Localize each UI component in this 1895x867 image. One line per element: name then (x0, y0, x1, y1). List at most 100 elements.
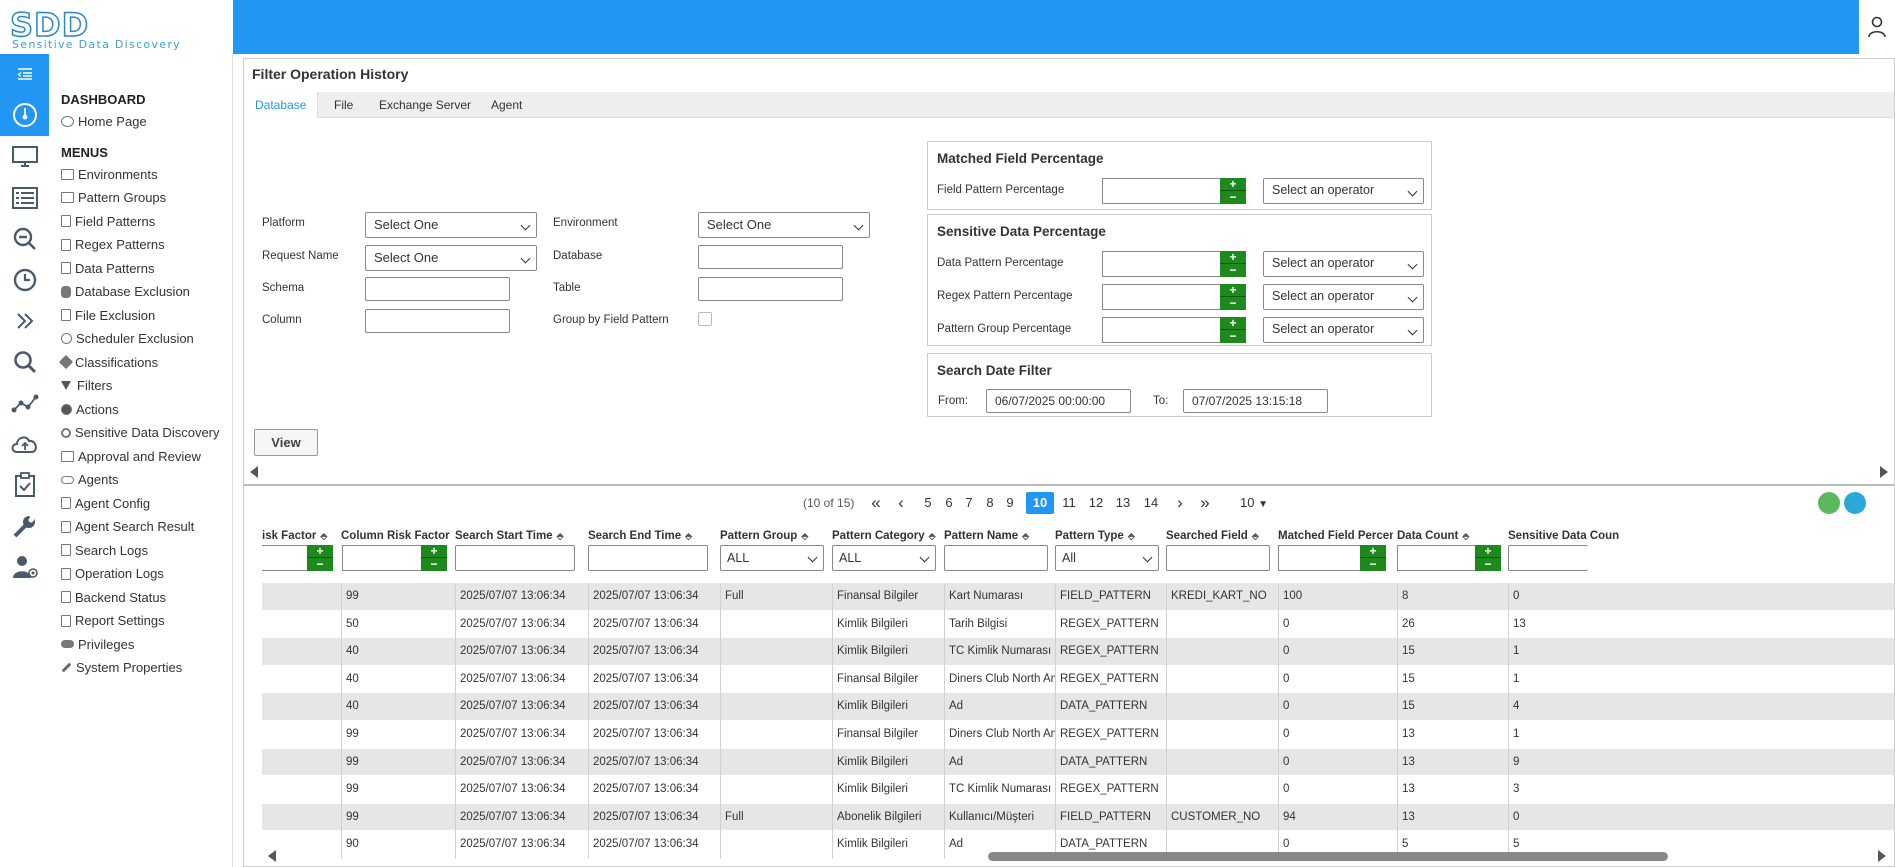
page-5-button[interactable]: 5 (920, 492, 936, 514)
user-account-button[interactable] (1859, 0, 1895, 54)
last-page-button[interactable]: » (1197, 492, 1213, 514)
tab-database[interactable]: Database (244, 92, 319, 118)
sidebar-item-pattern-groups[interactable]: Pattern Groups (49, 186, 232, 210)
network-icon[interactable] (0, 382, 49, 423)
regex-pattern-percentage-spinner[interactable]: + − (1102, 284, 1246, 310)
table-row[interactable]: 99 2025/07/07 13:06:34 2025/07/07 13:06:34… (262, 776, 1894, 804)
search-end-time-filter[interactable] (588, 545, 708, 571)
page-11-button[interactable]: 11 (1059, 492, 1079, 514)
scroll-right-icon[interactable] (1878, 850, 1886, 862)
sidebar-item-approval-and-review[interactable]: Approval and Review (49, 445, 232, 469)
decrement-button[interactable]: − (1360, 558, 1386, 571)
sidebar-item-agent-config[interactable]: Agent Config (49, 492, 232, 516)
sidebar-item-environments[interactable]: Environments (49, 163, 232, 187)
sidebar-item-classifications[interactable]: Classifications (49, 351, 232, 375)
sidebar-item-filters[interactable]: Filters (49, 374, 232, 398)
sidebar-item-data-patterns[interactable]: Data Patterns (49, 257, 232, 281)
rows-per-page-select[interactable]: 10 ▼ (1234, 492, 1274, 514)
table-row[interactable]: 40 2025/07/07 13:06:34 2025/07/07 13:06:34… (262, 665, 1894, 694)
page-12-button[interactable]: 12 (1086, 492, 1106, 514)
table-row[interactable]: 99 2025/07/07 13:06:34 2025/07/07 13:06:34… (262, 803, 1894, 832)
field-pattern-percentage-spinner[interactable]: + − (1102, 178, 1246, 204)
sidebar-item-field-patterns[interactable]: Field Patterns (49, 210, 232, 234)
logo[interactable]: SDD Sensitive Data Discovery (0, 0, 233, 54)
wrench-icon[interactable] (0, 505, 49, 546)
data-count-filter[interactable]: + − (1397, 545, 1501, 571)
column-header-sensitive-data-count[interactable]: Sensitive Data Coun (1508, 530, 1894, 542)
page-9-button[interactable]: 9 (1002, 492, 1018, 514)
sidebar-item-search-logs[interactable]: Search Logs (49, 539, 232, 563)
scroll-left-icon[interactable] (268, 850, 276, 862)
column-header-data-count[interactable]: Data Count ⬘ (1397, 530, 1507, 542)
table-row[interactable]: 99 2025/07/07 13:06:34 2025/07/07 13:06:34… (262, 720, 1894, 749)
from-date-input[interactable]: 06/07/2025 00:00:00 (986, 389, 1131, 413)
searched-field-filter[interactable] (1166, 545, 1270, 571)
environment-select[interactable]: Select One (698, 212, 870, 238)
tab-exchange-server[interactable]: Exchange Server (368, 92, 482, 118)
decrement-button[interactable]: − (1220, 297, 1246, 310)
decrement-button[interactable]: − (1220, 330, 1246, 343)
data-pattern-operator-select[interactable]: Select an operator (1263, 251, 1424, 277)
decrement-button[interactable]: − (421, 558, 447, 571)
column-header-searched-field[interactable]: Searched Field ⬘ (1166, 530, 1276, 542)
platform-select[interactable]: Select One (365, 212, 537, 238)
pattern-group-operator-select[interactable]: Select an operator (1263, 317, 1424, 343)
double-chevron-icon[interactable] (0, 300, 49, 341)
sensitive-data-count-filter[interactable] (1508, 545, 1588, 571)
search-start-time-filter[interactable] (455, 545, 575, 571)
page-8-button[interactable]: 8 (982, 492, 998, 514)
table-row[interactable]: 99 2025/07/07 13:06:34 2025/07/07 13:06:34… (262, 748, 1894, 777)
page-6-button[interactable]: 6 (941, 492, 957, 514)
pattern-group-filter[interactable]: ALL (720, 545, 824, 571)
column-header-risk-factor[interactable]: isk Factor ⬘ (262, 530, 332, 542)
page-10-button[interactable]: 10 (1026, 492, 1054, 514)
data-pattern-percentage-spinner[interactable]: + − (1102, 251, 1246, 277)
page-13-button[interactable]: 13 (1113, 492, 1133, 514)
column-header-pattern-type[interactable]: Pattern Type ⬘ (1055, 530, 1165, 542)
page-14-button[interactable]: 14 (1141, 492, 1161, 514)
search-zoom-icon[interactable] (0, 218, 49, 259)
first-page-button[interactable]: « (868, 492, 884, 514)
decrement-button[interactable]: − (1475, 558, 1501, 571)
clipboard-check-icon[interactable] (0, 464, 49, 505)
sidebar-item-agent-search-result[interactable]: Agent Search Result (49, 515, 232, 539)
decrement-button[interactable]: − (1220, 264, 1246, 277)
request-name-select[interactable]: Select One (365, 245, 537, 271)
column-header-pattern-name[interactable]: Pattern Name ⬘ (944, 530, 1054, 542)
table-row[interactable]: 40 2025/07/07 13:06:34 2025/07/07 13:06:34… (262, 638, 1894, 666)
sidebar-item-file-exclusion[interactable]: File Exclusion (49, 304, 232, 328)
to-date-input[interactable]: 07/07/2025 13:15:18 (1183, 389, 1328, 413)
list-icon[interactable] (0, 177, 49, 218)
column-header-column-risk-factor[interactable]: Column Risk Factor⬘ (341, 530, 451, 542)
column-input[interactable] (365, 309, 510, 333)
matched-field-percentage-filter[interactable]: + − (1278, 545, 1386, 571)
monitor-icon[interactable] (0, 136, 49, 177)
cloud-upload-icon[interactable] (0, 423, 49, 464)
export-excel-icon[interactable] (1818, 492, 1840, 514)
table-row[interactable]: 40 2025/07/07 13:06:34 2025/07/07 13:06:34… (262, 693, 1894, 721)
regex-pattern-operator-select[interactable]: Select an operator (1263, 284, 1424, 310)
menu-toggle-icon[interactable] (0, 54, 49, 94)
sidebar-item-regex-patterns[interactable]: Regex Patterns (49, 233, 232, 257)
column-header-search-end-time[interactable]: Search End Time ⬘ (588, 530, 718, 542)
page-7-button[interactable]: 7 (961, 492, 977, 514)
pattern-name-filter[interactable] (944, 545, 1048, 571)
export-csv-icon[interactable] (1844, 492, 1866, 514)
table-row[interactable]: 99 2025/07/07 13:06:34 2025/07/07 13:06:34… (262, 583, 1894, 611)
scroll-right-icon[interactable] (1880, 466, 1888, 478)
sidebar-item-backend-status[interactable]: Backend Status (49, 586, 232, 610)
clock-icon[interactable] (0, 259, 49, 300)
horizontal-scrollbar[interactable] (262, 848, 1894, 864)
scrollbar-thumb[interactable] (988, 852, 1668, 861)
group-by-field-pattern-checkbox[interactable] (698, 312, 712, 326)
column-risk-factor-filter[interactable]: + − (342, 545, 447, 571)
pattern-group-percentage-spinner[interactable]: + − (1102, 317, 1246, 343)
sidebar-item-sensitive-data-discovery[interactable]: Sensitive Data Discovery (49, 421, 232, 445)
pattern-category-filter[interactable]: ALL (832, 545, 936, 571)
decrement-button[interactable]: − (307, 558, 333, 571)
table-input[interactable] (698, 277, 843, 301)
database-input[interactable] (698, 245, 843, 269)
tab-file[interactable]: File (323, 92, 364, 118)
decrement-button[interactable]: − (1220, 191, 1246, 204)
next-page-button[interactable]: › (1173, 492, 1187, 514)
